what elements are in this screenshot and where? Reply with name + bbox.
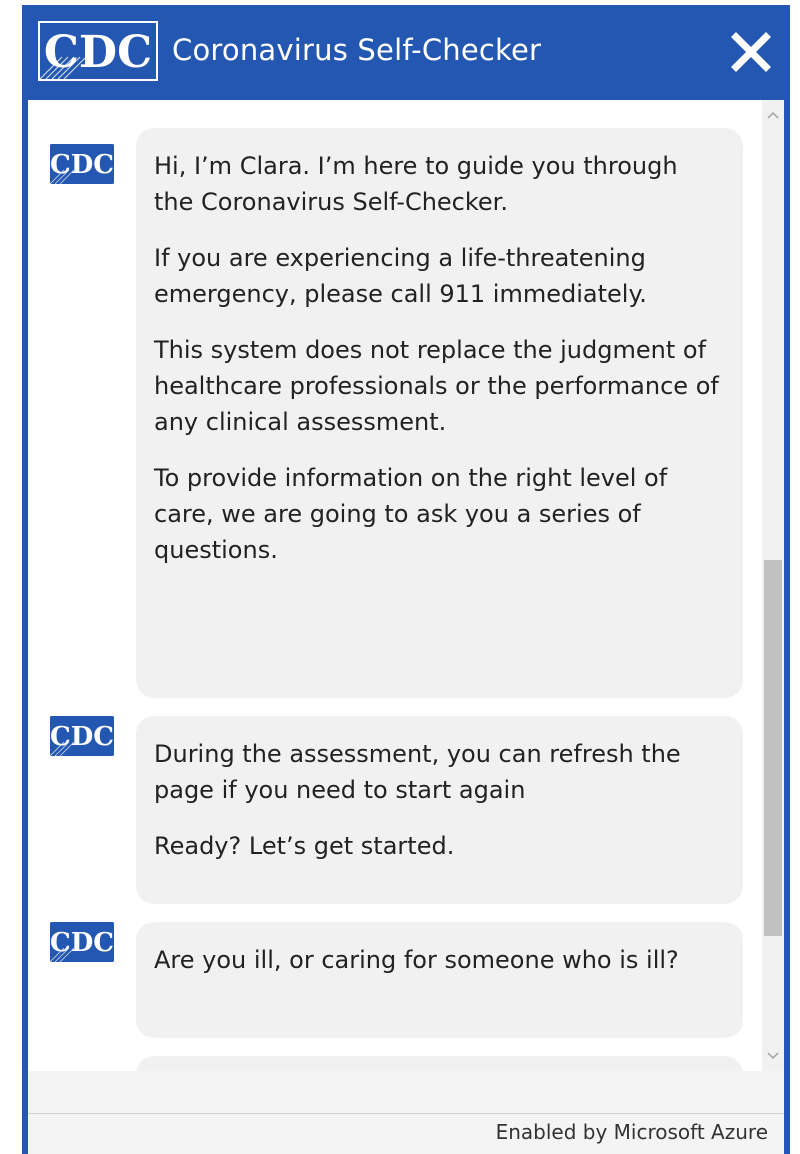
message-text: Ready? Let’s get started. bbox=[154, 832, 455, 860]
cdc-logo-graphic: CDC bbox=[40, 23, 156, 79]
message-bubble: During the assessment, you can refresh t… bbox=[136, 716, 743, 904]
message-text: During the assessment, you can refresh t… bbox=[154, 740, 681, 804]
message-bubble: Hi, I’m Clara. I’m here to guide you thr… bbox=[136, 128, 743, 698]
page-title: Coronavirus Self-Checker bbox=[172, 33, 542, 67]
powered-by-text: Enabled by Microsoft Azure bbox=[495, 1120, 768, 1144]
bot-avatar: CDC bbox=[50, 922, 114, 962]
message-bubble: Are you ill, or caring for someone who i… bbox=[136, 922, 743, 1038]
message-text: Are you ill, or caring for someone who i… bbox=[154, 946, 679, 974]
avatar-text: CDC bbox=[50, 722, 114, 752]
message-text: To provide information on the right leve… bbox=[154, 464, 668, 564]
chevron-up-icon bbox=[767, 111, 779, 119]
scroll-down-button[interactable] bbox=[762, 1045, 784, 1067]
cdc-avatar-icon: CDC bbox=[50, 716, 114, 756]
avatar-text: CDC bbox=[50, 150, 114, 180]
close-button[interactable] bbox=[726, 27, 776, 77]
message-text: This system does not replace the judgmen… bbox=[154, 336, 719, 436]
bot-avatar: CDC bbox=[50, 144, 114, 184]
message-bubble-partial bbox=[136, 1056, 743, 1071]
cdc-logo: CDC bbox=[38, 21, 158, 81]
cdc-logo-text: CDC bbox=[44, 27, 152, 78]
chat-transcript[interactable]: CDC Hi, I’m Clara. I’m here to guide you… bbox=[28, 100, 762, 1071]
input-area[interactable] bbox=[28, 1071, 784, 1114]
bot-avatar: CDC bbox=[50, 716, 114, 756]
close-icon bbox=[731, 32, 771, 72]
scroll-up-button[interactable] bbox=[762, 104, 784, 126]
scroll-thumb[interactable] bbox=[764, 560, 782, 936]
message-text: Hi, I’m Clara. I’m here to guide you thr… bbox=[154, 152, 678, 216]
chat-header: CDC Coronavirus Self-Checker bbox=[28, 5, 784, 100]
chevron-down-icon bbox=[767, 1052, 779, 1060]
footer: Enabled by Microsoft Azure bbox=[28, 1114, 784, 1154]
cdc-avatar-icon: CDC bbox=[50, 922, 114, 962]
message-text: If you are experiencing a life-threateni… bbox=[154, 244, 647, 308]
chat-scrollbar[interactable] bbox=[762, 100, 784, 1071]
cdc-avatar-icon: CDC bbox=[50, 144, 114, 184]
avatar-text: CDC bbox=[50, 928, 114, 958]
